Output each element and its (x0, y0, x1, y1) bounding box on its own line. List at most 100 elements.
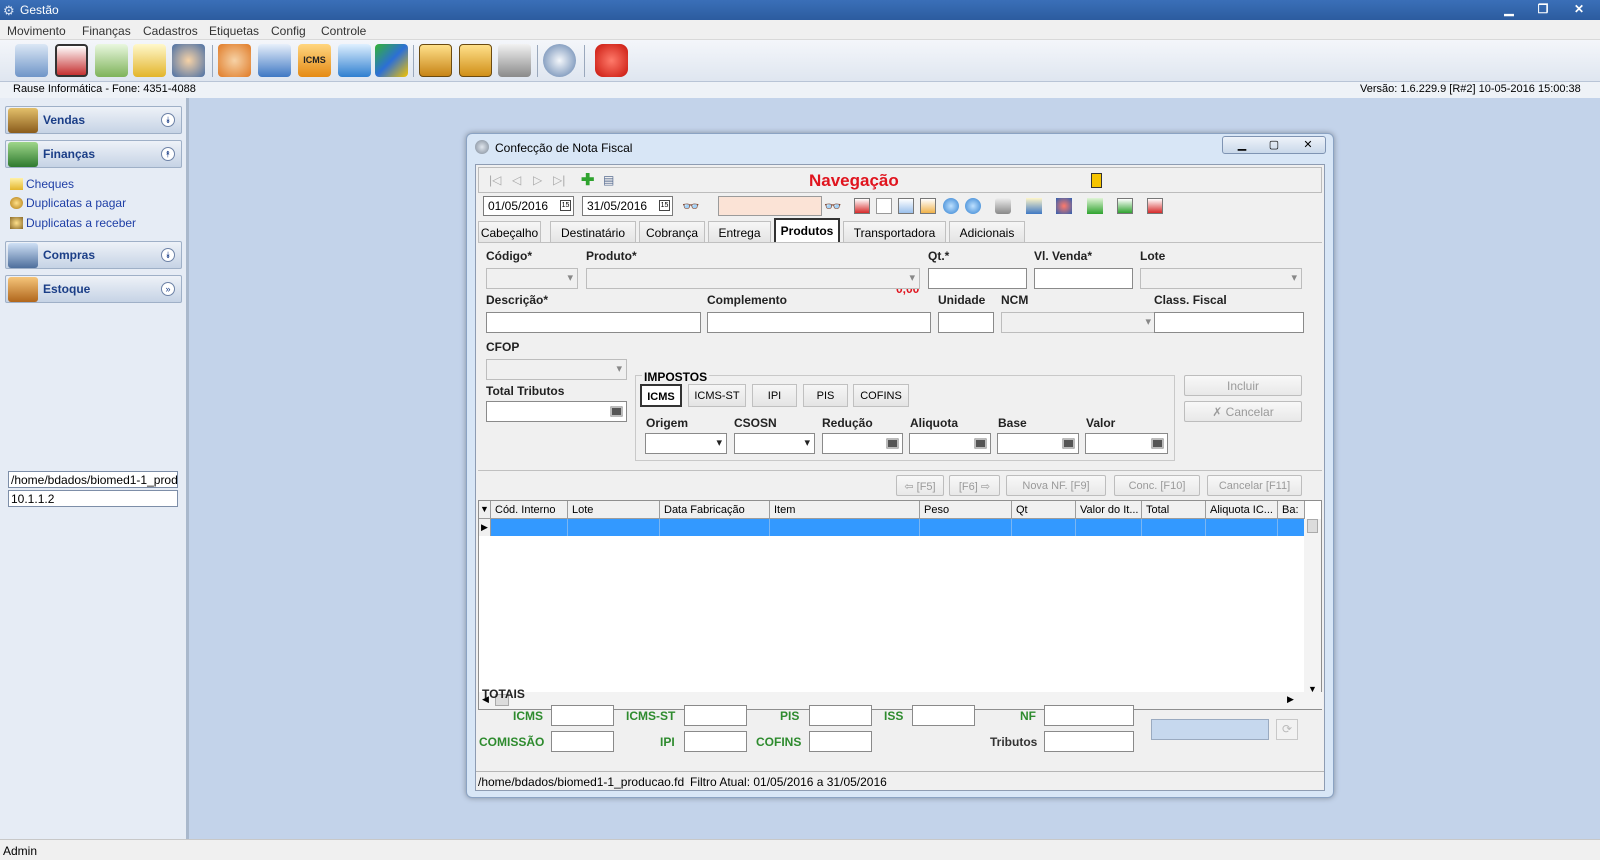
delete-doc-icon[interactable] (1147, 198, 1163, 214)
upload-icon[interactable] (1087, 198, 1103, 214)
package-alt-icon[interactable] (459, 44, 492, 77)
tributos-input[interactable] (1044, 731, 1134, 752)
subtab-ipi[interactable]: IPI (752, 384, 797, 407)
sidebar-group-compras[interactable]: Compras ⯯ (5, 241, 182, 269)
scroll-right-icon[interactable]: ▶ (1287, 694, 1294, 705)
calendar-icon[interactable]: 15 (560, 200, 571, 211)
notes-icon[interactable] (95, 44, 128, 77)
sidebar-item-duplicatas-receber[interactable]: Duplicatas a receber (10, 216, 136, 230)
paste-icon[interactable] (898, 198, 914, 214)
sidebar-group-financas[interactable]: Finanças ⯭ (5, 140, 182, 168)
menu-cadastros[interactable]: Cadastros (143, 24, 198, 38)
grid-cell[interactable] (920, 519, 1012, 536)
produto-combo[interactable] (586, 268, 920, 289)
expand-icon[interactable]: ⯯ (161, 248, 175, 262)
complemento-input[interactable] (707, 312, 931, 333)
first-record-icon[interactable]: |◁ (489, 173, 501, 187)
search-input[interactable] (718, 196, 822, 216)
child-maximize-button[interactable]: ▢ (1259, 138, 1289, 151)
email-error-icon[interactable] (1056, 198, 1072, 214)
col-cod-interno[interactable]: Cód. Interno (491, 501, 568, 519)
iss-total-input[interactable] (912, 705, 975, 726)
grid-vertical-scrollbar[interactable]: ▼ (1304, 519, 1321, 694)
calendar-icon[interactable]: 15 (659, 200, 670, 211)
tab-transportadora[interactable]: Transportadora (843, 221, 946, 242)
expand-icon[interactable]: ⯯ (161, 113, 175, 127)
cofins-total-input[interactable] (809, 731, 872, 752)
grid-cell[interactable] (1142, 519, 1206, 536)
download-icon[interactable] (1117, 198, 1133, 214)
nova-nf-button[interactable]: Nova NF. [F9] (1006, 475, 1106, 496)
pdf-doc-icon[interactable] (854, 198, 870, 214)
prev-f5-button[interactable]: ⇦ [F5] (896, 475, 944, 496)
vscroll-thumb[interactable] (1307, 519, 1318, 533)
grid-cell[interactable] (1206, 519, 1278, 536)
refresh-icon[interactable] (943, 198, 959, 214)
ncm-combo[interactable] (1001, 312, 1156, 333)
items-grid[interactable]: ▼ Cód. Interno Lote Data Fabricação Item… (478, 500, 1323, 710)
child-close-button[interactable]: ✕ (1293, 138, 1323, 151)
sidebar-group-vendas[interactable]: Vendas ⯯ (5, 106, 182, 134)
date-to-input[interactable]: 31/05/2016 15 (582, 196, 673, 216)
sidebar-group-estoque[interactable]: Estoque » (5, 275, 182, 303)
users-icon[interactable] (172, 44, 205, 77)
prev-record-icon[interactable]: ◁ (512, 173, 521, 187)
grid-cell[interactable] (1076, 519, 1142, 536)
valor-input[interactable] (1085, 433, 1168, 454)
menu-config[interactable]: Config (271, 24, 306, 38)
tab-cobranca[interactable]: Cobrança (639, 221, 705, 242)
col-total[interactable]: Total (1142, 501, 1206, 519)
documents-icon[interactable] (15, 44, 48, 77)
col-aliquota-icms[interactable]: Aliquota IC... (1206, 501, 1278, 519)
csosn-combo[interactable] (734, 433, 815, 454)
col-base[interactable]: Ba: (1278, 501, 1305, 519)
binoculars-icon[interactable]: 👓 (682, 198, 699, 214)
close-button[interactable]: ✕ (1562, 1, 1596, 18)
boxes-icon[interactable] (375, 44, 408, 77)
add-record-icon[interactable]: ✚ (581, 170, 594, 190)
subtab-cofins[interactable]: COFINS (853, 384, 909, 407)
icms-icon[interactable]: ICMS (298, 44, 331, 77)
ipi-total-input[interactable] (684, 731, 747, 752)
date-from-input[interactable]: 01/05/2016 15 (483, 196, 574, 216)
tab-produtos[interactable]: Produtos (774, 218, 840, 242)
codigo-combo[interactable] (486, 268, 578, 289)
tab-destinatario[interactable]: Destinatário (550, 221, 636, 242)
email-icon[interactable] (1026, 198, 1042, 214)
certificate-icon[interactable] (55, 44, 88, 77)
reducao-input[interactable] (822, 433, 903, 454)
tab-adicionais[interactable]: Adicionais (949, 221, 1025, 242)
folders-icon[interactable] (133, 44, 166, 77)
grid-cell[interactable] (568, 519, 660, 536)
comissao-input[interactable] (551, 731, 614, 752)
vl-venda-input[interactable] (1034, 268, 1133, 289)
subtab-pis[interactable]: PIS (803, 384, 848, 407)
stop-icon[interactable] (595, 44, 628, 77)
col-peso[interactable]: Peso (920, 501, 1012, 519)
class-fiscal-input[interactable] (1154, 312, 1304, 333)
edit-record-icon[interactable]: ▤ (603, 173, 614, 187)
cancelar-button[interactable]: ✗ Cancelar (1184, 401, 1302, 422)
lote-combo[interactable] (1140, 268, 1302, 289)
tab-cabecalho[interactable]: Cabeçalho (478, 221, 541, 242)
refresh-totals-icon[interactable]: ⟳ (1276, 719, 1298, 740)
child-minimize-button[interactable]: ▁ (1227, 138, 1257, 151)
sidebar-item-duplicatas-pagar[interactable]: Duplicatas a pagar (10, 196, 126, 210)
total-tributos-input[interactable] (486, 401, 627, 422)
unidade-input[interactable] (938, 312, 994, 333)
menu-financas[interactable]: Finanças (82, 24, 131, 38)
icms-total-input[interactable] (551, 705, 614, 726)
cart-icon[interactable] (338, 44, 371, 77)
grid-cell[interactable] (770, 519, 920, 536)
restore-button[interactable]: ❐ (1526, 1, 1560, 18)
pis-total-input[interactable] (809, 705, 872, 726)
copy-icon[interactable] (876, 198, 892, 214)
exit-door-icon[interactable] (1091, 173, 1102, 188)
col-lote[interactable]: Lote (568, 501, 660, 519)
package-icon[interactable] (419, 44, 452, 77)
report-search-icon[interactable] (258, 44, 291, 77)
descricao-input[interactable] (486, 312, 701, 333)
sync-icon[interactable] (965, 198, 981, 214)
tab-entrega[interactable]: Entrega (708, 221, 771, 242)
sidebar-item-cheques[interactable]: Cheques (10, 177, 74, 191)
